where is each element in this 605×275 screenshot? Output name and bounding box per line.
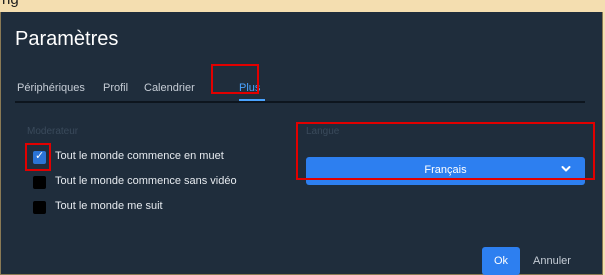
tab-profil[interactable]: Profil [103, 82, 128, 94]
highlight-box-language [296, 122, 595, 180]
checkbox-follow-me[interactable] [33, 201, 46, 214]
option-start-muted-label: Tout le monde commence en muet [55, 150, 224, 162]
tabs-divider [15, 101, 585, 103]
tab-bar: Périphériques Profil Calendrier Plus [15, 79, 585, 103]
ok-button[interactable]: Ok [482, 247, 520, 275]
active-tab-indicator [239, 99, 265, 101]
highlight-box-plus-tab [211, 64, 259, 94]
moderator-label: Moderateur [27, 126, 79, 137]
tab-calendrier[interactable]: Calendrier [144, 82, 195, 94]
top-strip: ng [0, 0, 605, 12]
tab-peripheriques[interactable]: Périphériques [17, 82, 85, 94]
dialog-title: Paramètres [15, 28, 119, 50]
highlight-box-muted-checkbox [25, 143, 51, 171]
option-start-no-video-label: Tout le monde commence sans vidéo [55, 175, 237, 187]
top-fragment: ng [2, 0, 19, 8]
option-follow-me-label: Tout le monde me suit [55, 200, 163, 212]
checkbox-start-no-video[interactable] [33, 176, 46, 189]
cancel-button[interactable]: Annuler [533, 247, 587, 275]
